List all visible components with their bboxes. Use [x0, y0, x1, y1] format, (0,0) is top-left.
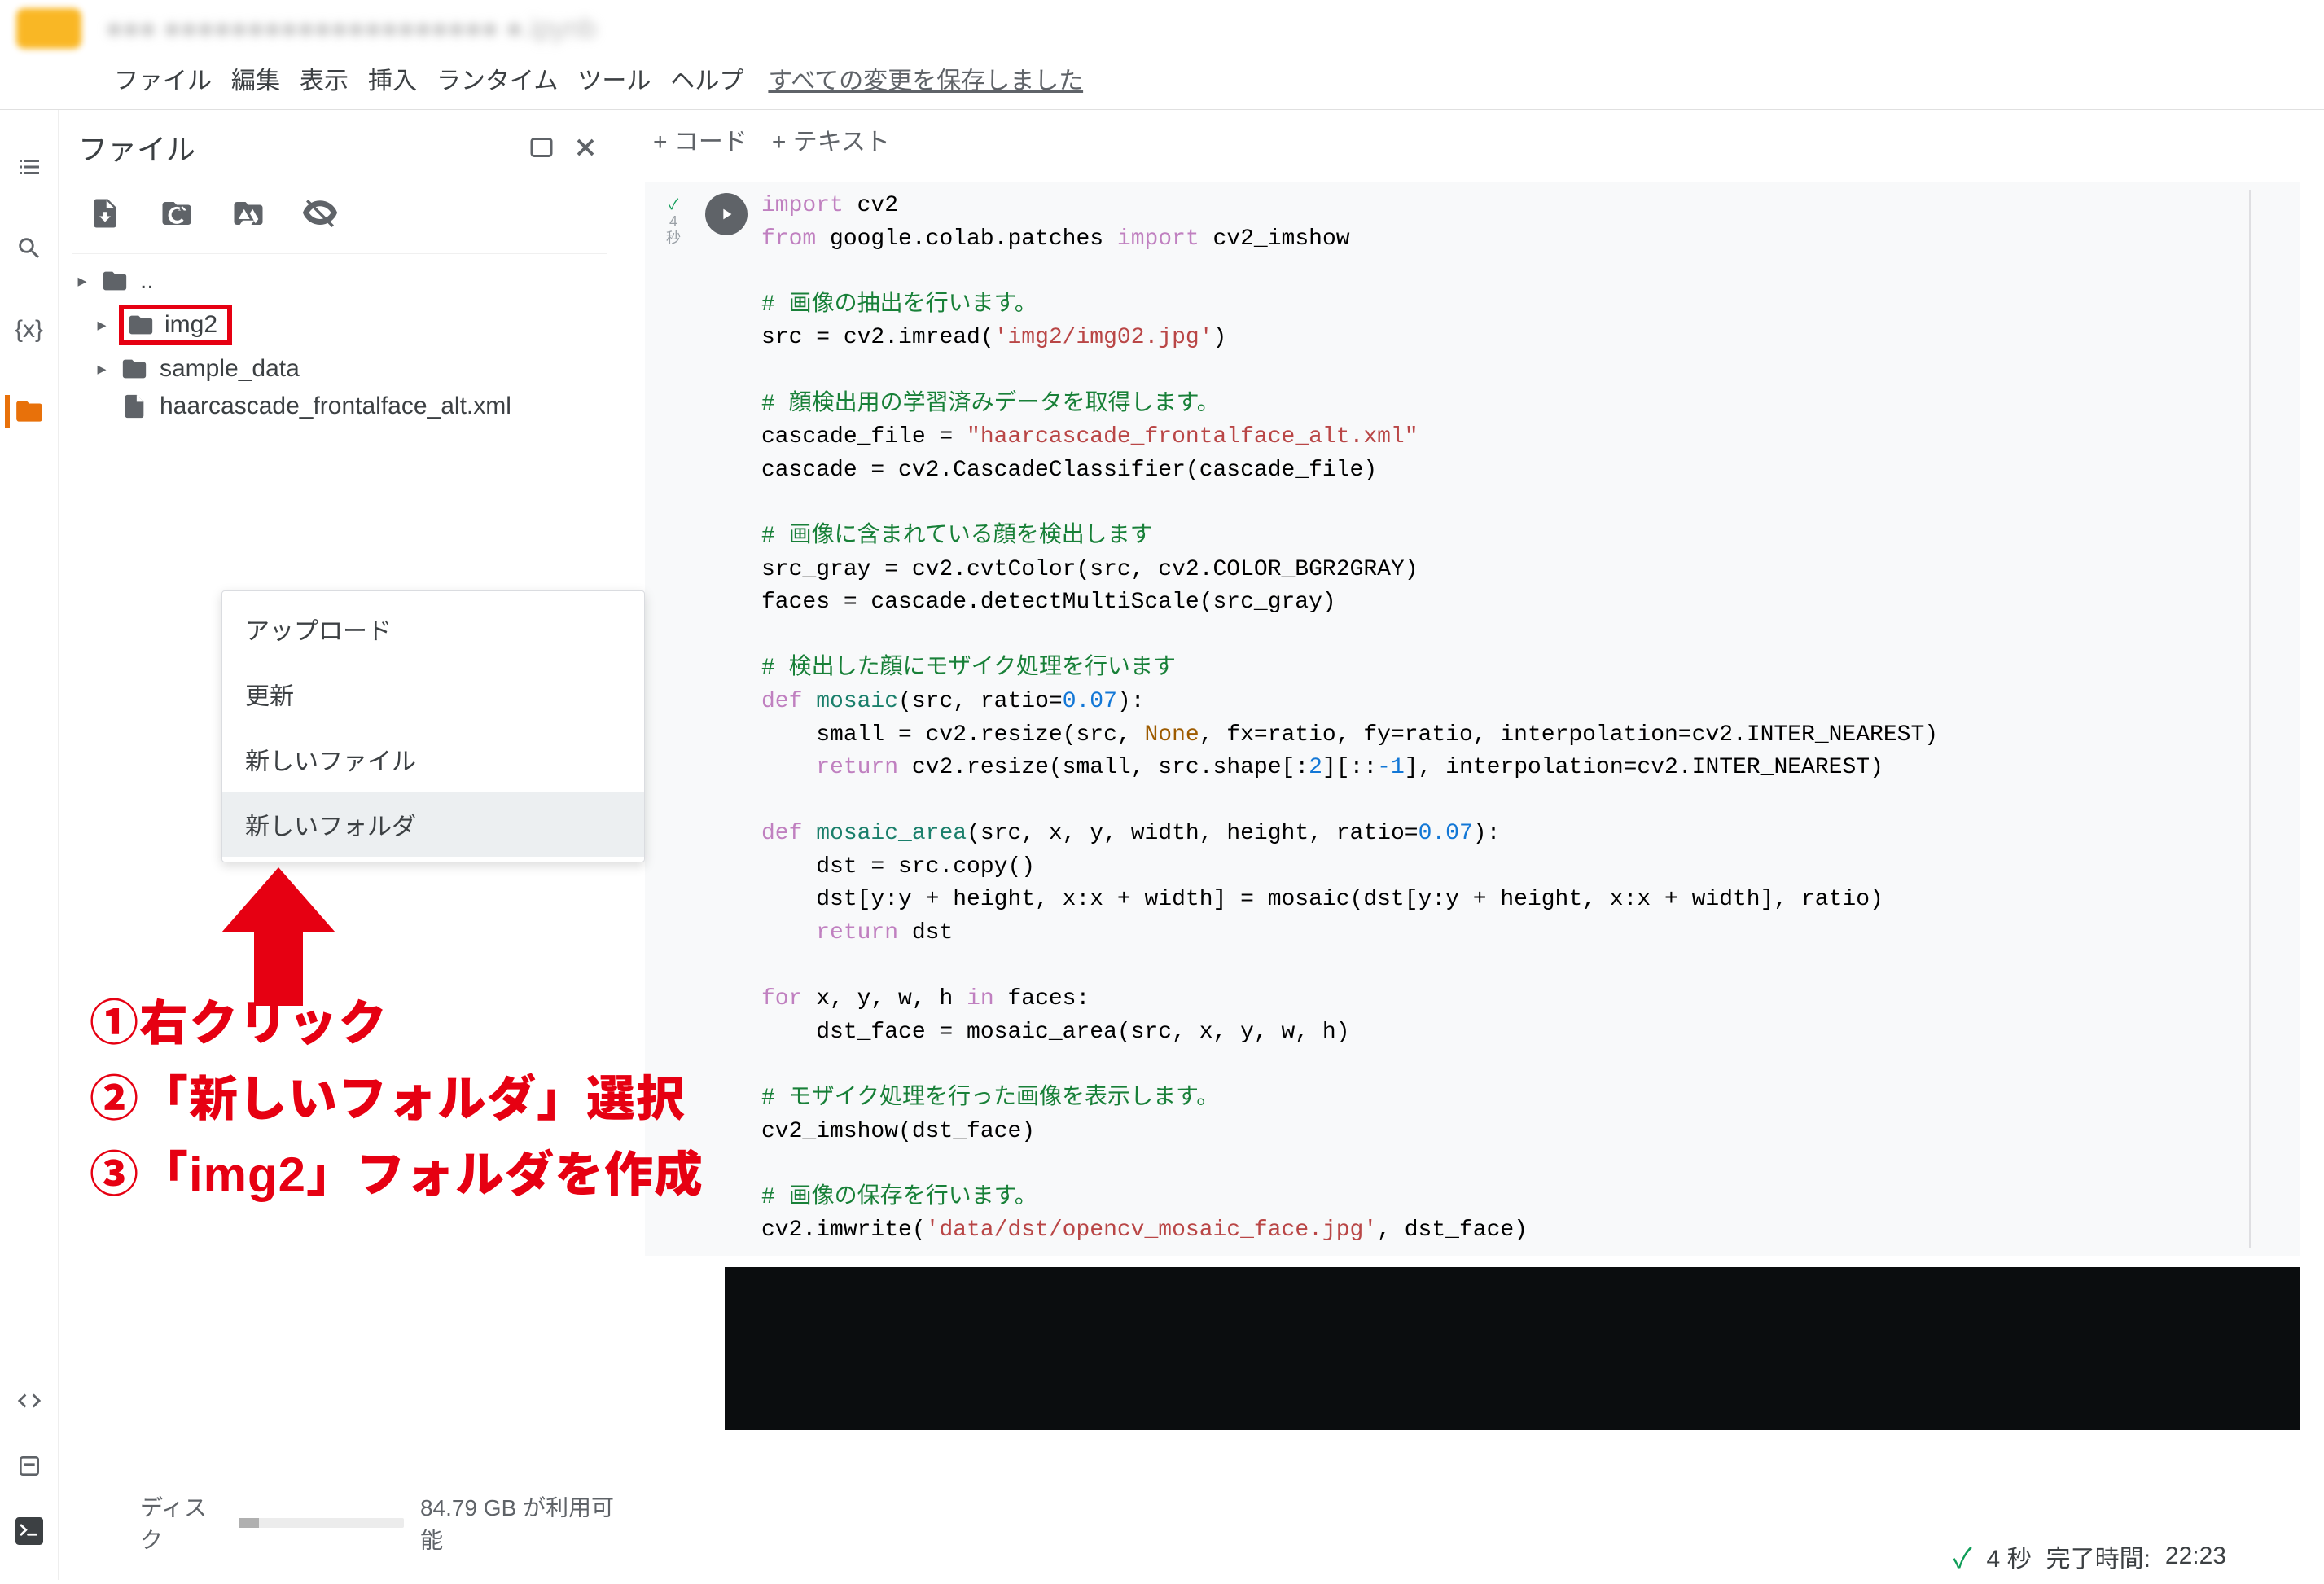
footer-check-icon: ✓ — [1953, 1536, 1971, 1576]
file-sidebar: ファイル ▸ .. ▸ img2 ▸ sample_data — [59, 110, 620, 1580]
terminal-icon[interactable] — [13, 1515, 46, 1547]
file-tree: ▸ .. ▸ img2 ▸ sample_data ▸ haarcascade_… — [72, 262, 607, 425]
disk-usage: ディスク 84.79 GB が利用可能 — [140, 1490, 620, 1555]
code-cell[interactable]: ✓ 4 秒 import cv2 from google.colab.patch… — [645, 182, 2300, 1256]
status-secs: 4 — [669, 213, 677, 230]
left-rail: {x} — [0, 110, 59, 1580]
menu-tools[interactable]: ツール — [577, 60, 651, 96]
close-icon[interactable] — [571, 133, 600, 162]
code-icon[interactable] — [13, 1384, 46, 1417]
new-window-icon[interactable] — [527, 133, 556, 162]
document-title[interactable]: ●●● ●●●●●●●●●●●●●●●●●●●● ●.ipynb — [106, 13, 597, 45]
upload-icon[interactable] — [88, 196, 122, 230]
search-icon[interactable] — [13, 232, 46, 265]
menubar: ファイル 編集 表示 挿入 ランタイム ツール ヘルプ すべての変更を保存しまし… — [0, 57, 2324, 110]
anno-line2: ②「新しいフォルダ」選択 — [90, 1061, 704, 1137]
disk-free: 84.79 GB が利用可能 — [420, 1490, 620, 1555]
sidebar-title: ファイル — [78, 126, 195, 169]
ctx-new-folder[interactable]: 新しいフォルダ — [222, 792, 644, 857]
doc-icon[interactable] — [13, 1450, 46, 1482]
disk-label: ディスク — [140, 1490, 222, 1555]
status-check-icon: ✓ — [669, 196, 678, 213]
toc-icon[interactable] — [13, 151, 46, 183]
output-image — [725, 1267, 2300, 1430]
code-editor[interactable]: import cv2 from google.colab.patches imp… — [755, 190, 2300, 1248]
files-icon[interactable] — [5, 395, 46, 428]
footer-done-time: 22:23 — [2165, 1542, 2226, 1570]
anno-line1: ①右クリック — [90, 985, 704, 1061]
img2-label: img2 — [164, 311, 217, 339]
ctx-new-file[interactable]: 新しいファイル — [222, 726, 644, 792]
status-unit: 秒 — [666, 230, 681, 247]
menu-file[interactable]: ファイル — [114, 60, 212, 96]
sample-data-label: sample_data — [160, 355, 300, 383]
notebook-main: + コード + テキスト ✓ 4 秒 import cv2 from googl… — [620, 110, 2324, 1580]
colab-logo-icon — [16, 8, 81, 49]
annotation-text: ①右クリック ②「新しいフォルダ」選択 ③「img2」フォルダを作成 — [90, 985, 704, 1213]
tree-xml-file[interactable]: ▸ haarcascade_frontalface_alt.xml — [72, 388, 607, 425]
menu-help[interactable]: ヘルプ — [670, 60, 743, 96]
tree-up-label: .. — [140, 267, 154, 295]
menu-runtime[interactable]: ランタイム — [436, 60, 558, 96]
disk-bar — [239, 1518, 404, 1528]
add-text-button[interactable]: + テキスト — [772, 121, 890, 157]
code-ruler — [2249, 190, 2251, 1248]
anno-line3: ③「img2」フォルダを作成 — [90, 1137, 704, 1213]
ctx-upload[interactable]: アップロード — [222, 596, 644, 661]
mount-drive-icon[interactable] — [231, 196, 265, 230]
tree-root-up[interactable]: ▸ .. — [72, 262, 607, 300]
save-status[interactable]: すべての変更を保存しました — [768, 60, 1083, 96]
variables-icon[interactable]: {x} — [13, 314, 46, 346]
tree-img2[interactable]: ▸ img2 — [72, 300, 607, 350]
execution-status: ✓ 4 秒 完了時間: 22:23 — [1953, 1536, 2226, 1576]
menu-insert[interactable]: 挿入 — [368, 60, 417, 96]
insert-row: + コード + テキスト — [620, 110, 2324, 169]
img2-highlight: img2 — [119, 305, 232, 345]
header: ●●● ●●●●●●●●●●●●●●●●●●●● ●.ipynb — [0, 0, 2324, 57]
refresh-icon[interactable] — [160, 196, 194, 230]
toggle-hidden-icon[interactable] — [303, 196, 337, 230]
footer-done-label: 完了時間: — [2046, 1538, 2151, 1574]
menu-edit[interactable]: 編集 — [231, 60, 280, 96]
add-code-button[interactable]: + コード — [653, 121, 748, 157]
ctx-refresh[interactable]: 更新 — [222, 661, 644, 726]
xml-file-label: haarcascade_frontalface_alt.xml — [160, 393, 511, 420]
tree-sample-data[interactable]: ▸ sample_data — [72, 350, 607, 388]
menu-view[interactable]: 表示 — [300, 60, 349, 96]
footer-secs: 4 秒 — [1987, 1538, 2032, 1574]
context-menu: アップロード 更新 新しいファイル 新しいフォルダ — [221, 590, 645, 862]
run-button[interactable] — [705, 193, 748, 235]
